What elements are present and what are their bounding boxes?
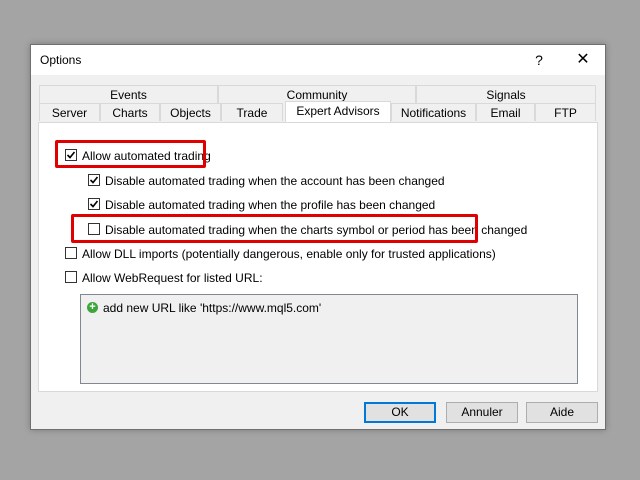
option-label: Disable automated trading when the profi… (105, 198, 436, 212)
window-title: Options (40, 53, 82, 67)
help-icon[interactable]: ? (517, 45, 561, 75)
highlight-box (71, 214, 478, 243)
option-label: Allow DLL imports (potentially dangerous… (82, 247, 496, 261)
tab-expert-advisors[interactable]: Expert Advisors (285, 101, 391, 122)
title-bar[interactable]: Options ? ✕ (31, 45, 605, 75)
url-list[interactable]: + add new URL like 'https://www.mql5.com… (80, 294, 578, 384)
tab-ftp[interactable]: FTP (535, 103, 596, 121)
ok-button[interactable]: OK (364, 402, 436, 423)
option-label: Allow WebRequest for listed URL: (82, 271, 263, 285)
checkbox[interactable] (88, 174, 100, 186)
tab-charts[interactable]: Charts (100, 103, 160, 121)
cancel-button[interactable]: Annuler (446, 402, 518, 423)
tab-server[interactable]: Server (39, 103, 100, 121)
tab-signals[interactable]: Signals (416, 85, 596, 103)
checkbox[interactable] (65, 247, 77, 259)
tab-trade[interactable]: Trade (221, 103, 283, 121)
options-dialog: Options ? ✕ Events Community Signals Ser… (30, 44, 606, 430)
highlight-box (55, 140, 206, 168)
add-url-text: add new URL like 'https://www.mql5.com' (103, 301, 322, 315)
checkmark-icon (89, 176, 99, 184)
expert-advisors-panel: Allow automated trading Disable automate… (38, 122, 598, 392)
close-icon[interactable]: ✕ (561, 45, 605, 75)
help-button[interactable]: Aide (526, 402, 598, 423)
add-icon: + (87, 302, 98, 313)
tab-notifications[interactable]: Notifications (391, 103, 476, 121)
tab-email[interactable]: Email (476, 103, 535, 121)
checkbox[interactable] (88, 198, 100, 210)
tab-objects[interactable]: Objects (160, 103, 221, 121)
tab-events[interactable]: Events (39, 85, 218, 103)
option-label: Disable automated trading when the accou… (105, 174, 445, 188)
checkmark-icon (89, 200, 99, 208)
checkbox[interactable] (65, 271, 77, 283)
